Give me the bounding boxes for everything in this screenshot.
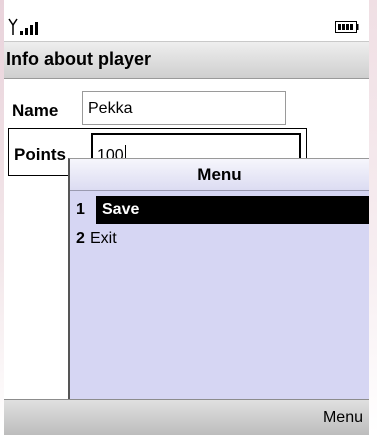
menu-item-number: 1 bbox=[76, 201, 85, 218]
menu-item-save[interactable]: 1 Save bbox=[70, 196, 369, 224]
menu-item-number: 2 bbox=[76, 230, 85, 247]
signal-strength-icon bbox=[8, 18, 38, 35]
battery-icon bbox=[335, 21, 359, 33]
menu-item-label: Save bbox=[102, 201, 140, 218]
softkey-menu[interactable]: Menu bbox=[323, 409, 363, 427]
points-label: Points bbox=[14, 145, 66, 164]
menu-header: Menu bbox=[70, 159, 369, 191]
softkey-bar: Menu bbox=[4, 399, 369, 435]
title-bar: Info about player bbox=[4, 42, 369, 79]
phone-screen: Info about player Name Pekka Points 100 … bbox=[4, 6, 369, 435]
menu-title: Menu bbox=[197, 165, 242, 184]
menu-item-exit[interactable]: 2 Exit bbox=[70, 225, 369, 253]
name-value: Pekka bbox=[88, 100, 133, 117]
name-field[interactable]: Pekka bbox=[82, 91, 286, 125]
menu-popup: Menu 1 Save 2 Exit bbox=[68, 158, 369, 399]
menu-item-label: Exit bbox=[90, 230, 117, 247]
screen-title: Info about player bbox=[6, 49, 152, 69]
status-bar bbox=[4, 6, 369, 42]
name-label: Name bbox=[12, 101, 59, 120]
frame-right bbox=[369, 0, 377, 434]
